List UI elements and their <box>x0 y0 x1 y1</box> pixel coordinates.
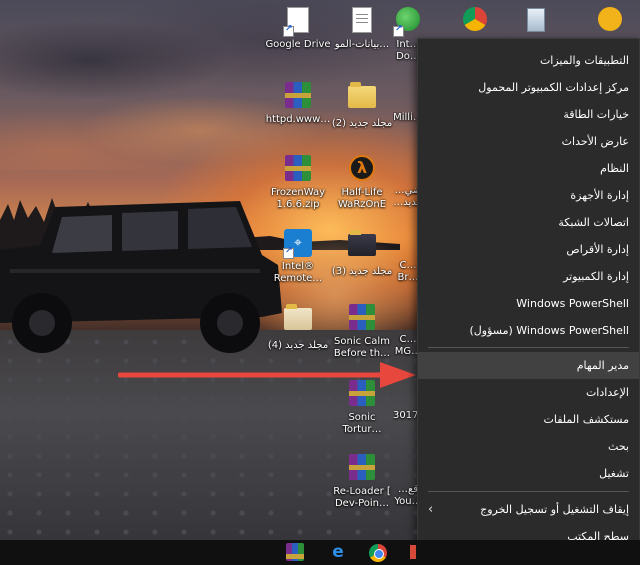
menu-item-task-manager[interactable]: مدير المهام <box>418 352 639 379</box>
menu-item-label: مدير المهام <box>576 359 629 372</box>
menu-item-disk-management[interactable]: إدارة الأقراص <box>418 236 639 263</box>
menu-item-event-viewer[interactable]: عارض الأحداث <box>418 128 639 155</box>
desktop-icon-folder-4[interactable]: (4) مجلد جديد <box>263 302 333 352</box>
menu-item-label: إدارة الأجهزة <box>570 189 629 202</box>
menu-item-label: إدارة الكمبيوتر <box>563 270 629 283</box>
folder-icon <box>283 304 313 338</box>
desktop-icon-sonic-calm[interactable]: Sonic Calm Before th… <box>327 302 397 360</box>
menu-item-label: بحث <box>608 440 629 453</box>
menu-item-label: اتصالات الشبكة <box>558 216 629 229</box>
desktop-icon-yellow-app[interactable] <box>590 5 630 39</box>
google-drive-icon <box>283 7 313 37</box>
menu-item-label: إيقاف التشغيل أو تسجيل الخروج <box>480 503 629 516</box>
annotation-arrow <box>118 362 416 388</box>
menu-item-label: Windows PowerShell (مسؤول) <box>469 324 629 337</box>
menu-item-powershell-admin[interactable]: Windows PowerShell (مسؤول) <box>418 317 639 344</box>
menu-item-label: Windows PowerShell <box>516 297 629 310</box>
folder-icon <box>347 82 377 116</box>
desktop-icon-chrome[interactable] <box>455 5 495 39</box>
menu-item-powershell[interactable]: Windows PowerShell <box>418 290 639 317</box>
desktop-icon-label: FrozenWay 1.6.6.zip <box>270 187 326 210</box>
menu-item-computer-management[interactable]: إدارة الكمبيوتر <box>418 263 639 290</box>
menu-item-label: عارض الأحداث <box>561 135 629 148</box>
recycle-bin-icon <box>521 8 551 38</box>
menu-item-label: التطبيقات والميزات <box>539 54 629 67</box>
winrar-archive-icon <box>347 304 377 334</box>
desktop-icon-label: Sonic Tortur… <box>342 412 382 435</box>
menu-separator <box>428 491 629 492</box>
taskbar-winrar-button[interactable] <box>284 542 306 563</box>
desktop-icon-label: Intel® Remote… <box>273 261 323 284</box>
taskbar: e <box>0 540 640 565</box>
edge-icon: e <box>332 542 344 562</box>
desktop-icon-frozenway[interactable]: FrozenWay 1.6.6.zip <box>263 153 333 211</box>
desktop-icon-httpd[interactable]: httpd.www… <box>263 80 333 126</box>
menu-separator <box>428 347 629 348</box>
desktop-icon-recycle-bin[interactable] <box>516 5 556 40</box>
chevron-left-icon: ‹ <box>428 502 434 517</box>
yellow-app-icon <box>595 7 625 37</box>
winrar-archive-icon <box>347 454 377 484</box>
menu-item-device-manager[interactable]: إدارة الأجهزة <box>418 182 639 209</box>
intel-remote-icon: ⌖ <box>283 229 313 259</box>
desktop-icon-label: Sonic Calm Before th… <box>333 336 391 359</box>
menu-item-search[interactable]: بحث <box>418 433 639 460</box>
menu-item-label: النظام <box>600 162 629 175</box>
menu-item-label: الإعدادات <box>585 386 629 399</box>
half-life-icon: λ <box>347 155 377 185</box>
menu-item-label: إدارة الأقراص <box>566 243 629 256</box>
desktop-icon-label: Re-Loader [ Dev-Poin… <box>333 486 391 509</box>
chrome-icon <box>460 7 490 37</box>
winrar-archive-icon <box>283 155 313 185</box>
desktop-icon-label: (2) مجلد جديد <box>331 118 393 129</box>
menu-item-label: خيارات الطاقة <box>563 108 629 121</box>
wallpaper-jeep <box>0 201 282 353</box>
menu-item-shut-down-sign-out[interactable]: إيقاف التشغيل أو تسجيل الخروج ‹ <box>418 496 639 523</box>
shortcut-arrow-icon <box>393 24 404 37</box>
shortcut-arrow-icon <box>283 246 294 259</box>
menu-item-file-explorer[interactable]: مستكشف الملفات <box>418 406 639 433</box>
menu-item-label: مستكشف الملفات <box>543 413 629 426</box>
desktop-icon-folder-2[interactable]: (2) مجلد جديد <box>327 80 397 130</box>
desktop-icon-document[interactable]: بيانات-المو… <box>327 5 397 51</box>
winrar-icon <box>286 543 304 561</box>
desktop-icon-label: httpd.www… <box>265 114 331 125</box>
winx-context-menu: التطبيقات والميزات مركز إعدادات الكمبيوت… <box>417 38 640 552</box>
desktop-icon-label: (4) مجلد جديد <box>267 340 329 351</box>
winrar-archive-icon <box>283 82 313 112</box>
desktop-icon-label: بيانات-المو… <box>334 39 390 50</box>
menu-item-mobility-center[interactable]: مركز إعدادات الكمبيوتر المحمول <box>418 74 639 101</box>
menu-item-settings[interactable]: الإعدادات <box>418 379 639 406</box>
menu-item-label: تشغيل <box>599 467 629 480</box>
desktop-icon-label: (3) مجلد جديد <box>331 266 393 277</box>
taskbar-overflow-item[interactable] <box>410 542 418 563</box>
desktop-icon-re-loader[interactable]: Re-Loader [ Dev-Poin… <box>327 452 397 510</box>
menu-item-label: مركز إعدادات الكمبيوتر المحمول <box>478 81 629 94</box>
desktop-icon-half-life[interactable]: λ Half-Life WaRzOnE <box>327 153 397 211</box>
app-icon <box>410 545 416 559</box>
taskbar-edge-button[interactable]: e <box>327 542 349 563</box>
menu-item-network-connections[interactable]: اتصالات الشبكة <box>418 209 639 236</box>
taskbar-chrome-button[interactable] <box>369 544 387 562</box>
desktop-icon-folder-3[interactable]: (3) مجلد جديد <box>327 228 397 278</box>
download-manager-icon <box>393 7 423 37</box>
desktop-icon-label: Google Drive <box>265 39 331 50</box>
desktop-icon-google-drive[interactable]: Google Drive <box>263 5 333 51</box>
desktop-icon-intel-remote[interactable]: ⌖ Intel® Remote… <box>263 228 333 285</box>
menu-item-system[interactable]: النظام <box>418 155 639 182</box>
shortcut-arrow-icon <box>283 24 294 37</box>
menu-item-run[interactable]: تشغيل <box>418 460 639 487</box>
menu-item-apps-and-features[interactable]: التطبيقات والميزات <box>418 47 639 74</box>
folder-icon <box>347 230 377 264</box>
menu-item-power-options[interactable]: خيارات الطاقة <box>418 101 639 128</box>
desktop-icon-label: Half-Life WaRzOnE <box>337 187 387 210</box>
document-icon <box>347 7 377 37</box>
